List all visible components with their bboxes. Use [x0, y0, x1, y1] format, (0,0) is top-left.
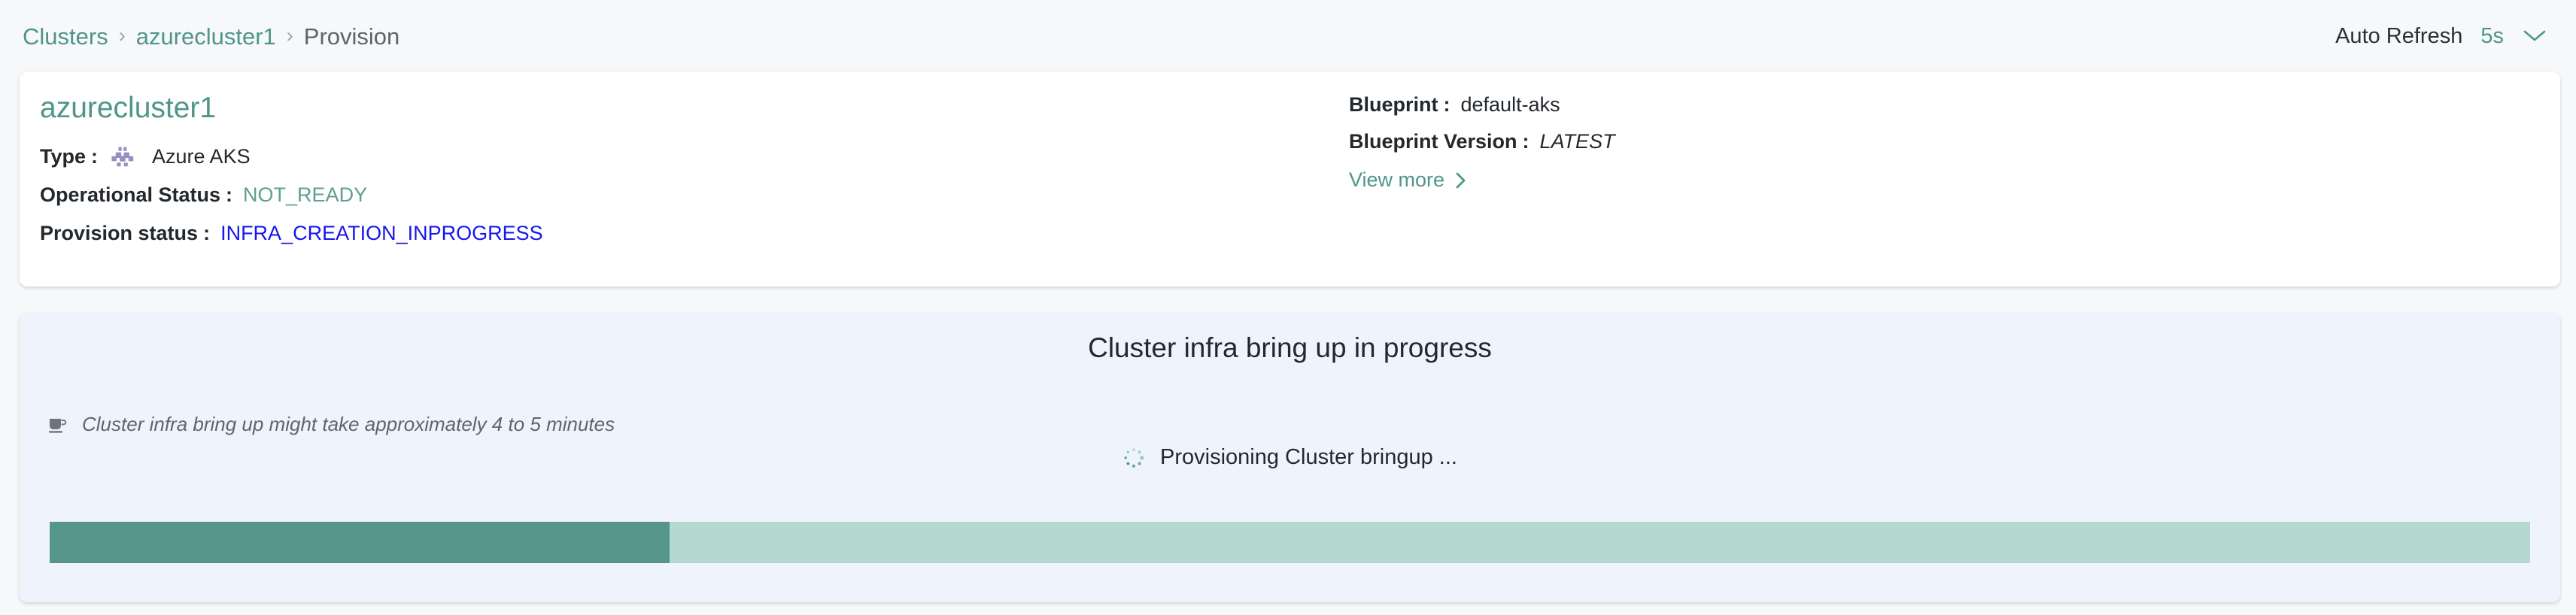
label-colon: : — [1522, 130, 1530, 153]
blueprint-version-row: Blueprint Version : LATEST — [1349, 127, 1615, 156]
loading-spinner-icon — [1122, 447, 1145, 469]
auto-refresh-interval-value[interactable]: 5s — [2480, 24, 2504, 49]
provisioning-progress-panel: Cluster infra bring up in progress Clust… — [20, 313, 2560, 602]
label-colon: : — [1443, 93, 1451, 116]
blueprint-value: default-aks — [1460, 93, 1560, 116]
progress-heading: Cluster infra bring up in progress — [1088, 332, 1492, 363]
cluster-summary-card: azurecluster1 Type : Azure AKS Operation… — [20, 72, 2560, 286]
view-more-label: View more — [1349, 168, 1445, 191]
progress-bar-track — [50, 522, 2530, 563]
top-bar: Clusters › azurecluster1 › Provision Aut… — [0, 0, 2576, 72]
operational-status-label: Operational Status — [40, 183, 221, 206]
breadcrumb-separator: › — [118, 23, 126, 47]
page-title: azurecluster1 — [40, 92, 217, 124]
operational-status-value: NOT_READY — [243, 183, 368, 206]
cluster-meta-list: Type : Azure AKS Operational Status: NO… — [40, 142, 543, 257]
provision-status-row: Provision status : INFRA_CREATION_INPROG… — [40, 219, 543, 248]
progress-bar-fill — [50, 522, 670, 563]
blueprint-info-block: Blueprint : default-aks Blueprint Versio… — [1349, 90, 1615, 192]
label-colon: : — [226, 183, 233, 206]
breadcrumb-separator: › — [286, 23, 293, 47]
breadcrumb-item-provision: Provision — [303, 23, 400, 50]
provisioning-status-text: Provisioning Cluster bringup ... — [1160, 445, 1457, 469]
blueprint-version-label: Blueprint Version — [1349, 130, 1517, 153]
chevron-down-icon[interactable] — [2523, 29, 2546, 43]
provisioning-status-row: Provisioning Cluster bringup ... — [20, 445, 2560, 470]
blueprint-version-value: LATEST — [1539, 130, 1615, 153]
breadcrumb-item-clusters[interactable]: Clusters — [23, 25, 108, 48]
provision-status-value[interactable]: INFRA_CREATION_INPROGRESS — [220, 222, 543, 245]
cluster-type-label: Type — [40, 145, 87, 168]
breadcrumb: Clusters › azurecluster1 › Provision — [23, 25, 399, 48]
label-colon: : — [203, 222, 211, 244]
progress-hint: Cluster infra bring up might take approx… — [47, 413, 615, 436]
breadcrumb-item-azurecluster1[interactable]: azurecluster1 — [136, 25, 276, 48]
blueprint-label: Blueprint — [1349, 93, 1438, 116]
cluster-type-value: Azure AKS — [152, 145, 251, 168]
auto-refresh-control[interactable]: Auto Refresh 5s — [2335, 24, 2546, 49]
view-more-button[interactable]: View more — [1349, 168, 1467, 192]
provision-status-label: Provision status — [40, 222, 199, 244]
blueprint-row: Blueprint : default-aks — [1349, 90, 1615, 120]
cluster-type-row: Type : Azure AKS — [40, 142, 543, 171]
progress-hint-text: Cluster infra bring up might take approx… — [82, 413, 615, 435]
label-colon: : — [91, 145, 99, 168]
coffee-cup-icon — [47, 414, 68, 435]
auto-refresh-label: Auto Refresh — [2335, 23, 2463, 48]
azure-aks-icon — [110, 144, 135, 170]
operational-status-row: Operational Status : NOT_READY — [40, 180, 543, 210]
chevron-right-icon — [1455, 171, 1467, 189]
